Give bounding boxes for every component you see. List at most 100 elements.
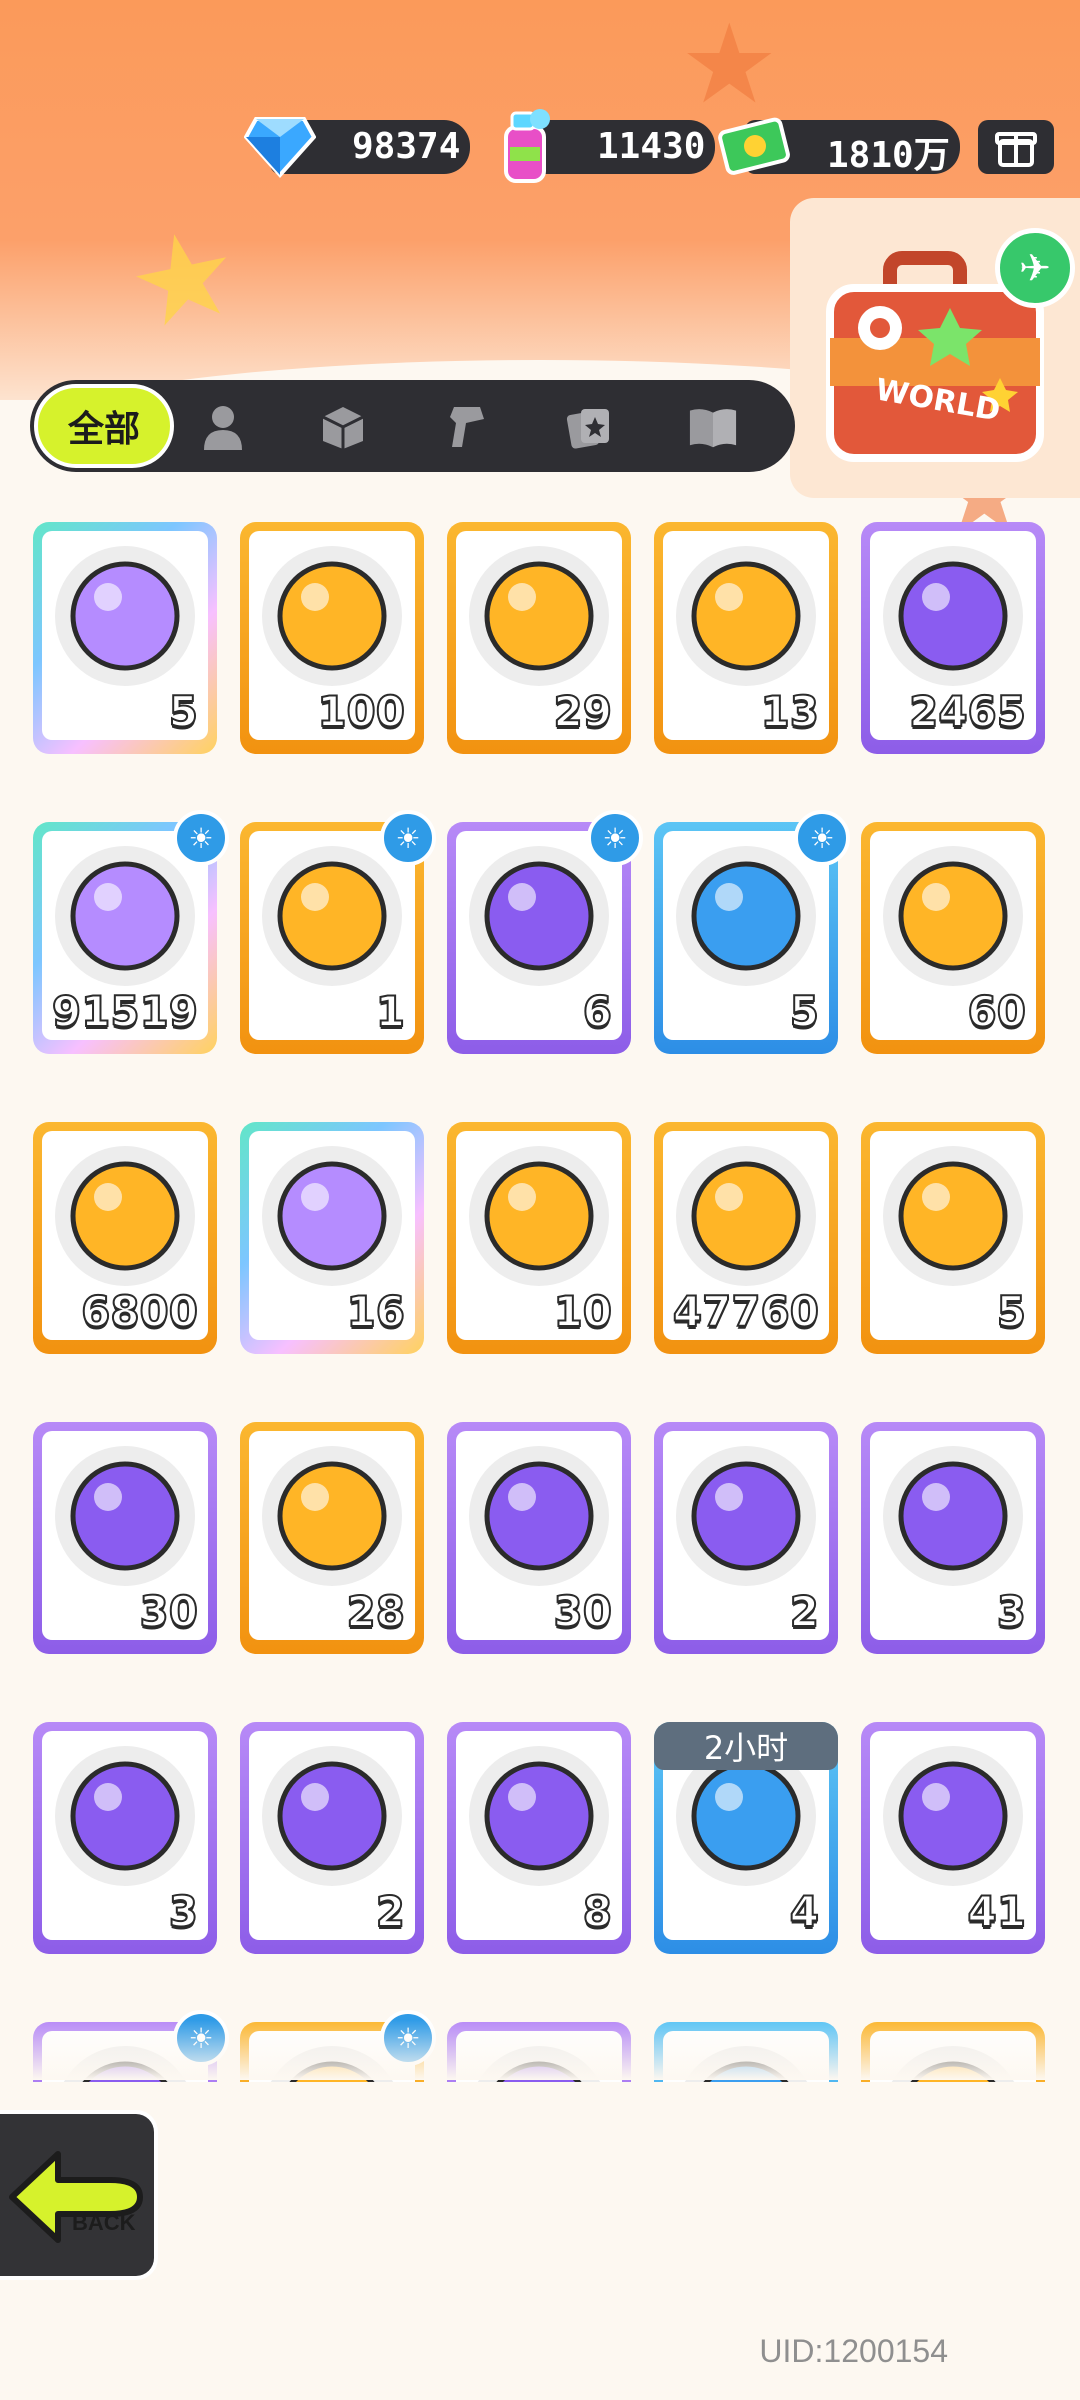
item-card-inner: 2 [663,1431,829,1640]
item-card[interactable]: 41 [861,1722,1045,1954]
item-card[interactable]: 8 [447,1722,631,1954]
back-label: BACK [72,2210,136,2235]
item-card[interactable]: 3 [33,1722,217,1954]
item-card[interactable]: 91519 ☀ [33,810,229,1054]
item-count: 16 [346,1286,406,1337]
back-arrow-icon [9,2151,143,2243]
item-card[interactable]: 13 [654,522,838,754]
item-count: 3 [996,1586,1027,1637]
item-card[interactable]: 6 ☀ [447,810,643,1054]
item-count: 100 [316,686,406,737]
user-id: UID:1200154 [759,2333,948,2369]
tab-spray-gun[interactable] [442,402,492,452]
item-count: 4 [789,1886,820,1937]
item-count: 60 [967,986,1027,1037]
item-count: 5 [789,986,820,1037]
item-card-inner: 16 [249,1131,415,1340]
currency-cash[interactable]: 1810万 [718,117,960,176]
item-card-inner: 5 [42,531,208,740]
cash-value: 1810万 [827,135,950,176]
item-card[interactable]: 10 [447,1122,631,1354]
spray-value: 11430 [597,126,706,167]
gift-box-button[interactable] [978,120,1054,174]
item-count: 5 [996,1286,1027,1337]
box-icon [322,407,364,449]
palm-tree-icon: ☀ [587,810,643,866]
item-count: 28 [346,1586,406,1637]
currency-gems[interactable]: 98374 [244,117,470,178]
item-count: 30 [553,1586,613,1637]
item-card[interactable]: 30 [33,1422,217,1654]
item-card[interactable]: 5 ☀ [654,810,850,1054]
category-tabbar: 全部 [30,380,795,472]
palm-tree-icon: ☀ [380,810,436,866]
tab-character[interactable] [198,402,248,452]
item-card[interactable]: 47760 [654,1122,838,1354]
item-count: 5 [168,686,199,737]
item-card-inner: 10 [456,1131,622,1340]
item-count: 10 [553,1286,613,1337]
item-card-inner: 30 [456,1431,622,1640]
item-card[interactable]: 5 [33,522,217,754]
item-count: 1 [375,986,406,1037]
item-card-inner: 47760 [663,1131,829,1340]
item-card[interactable]: 2 [654,1422,838,1654]
palm-tree-icon: ☀ [173,810,229,866]
cash-icon [717,108,793,184]
item-count: 3 [168,1886,199,1937]
item-card-inner: 13 [663,531,829,740]
item-count: 91519 [51,986,199,1037]
item-card-inner: 5 [663,831,829,1040]
tab-book[interactable] [688,402,738,452]
item-card-inner: 3 [42,1731,208,1940]
item-card[interactable]: 29 [447,522,631,754]
item-card[interactable]: 2465 [861,522,1045,754]
timer-label: 2小时 [654,1722,838,1770]
item-count: 29 [553,686,613,737]
item-card[interactable]: 100 [240,522,424,754]
item-card[interactable]: 60 [861,822,1045,1054]
gems-value: 98374 [352,126,461,167]
palm-tree-icon: ☀ [794,810,850,866]
item-count: 47760 [672,1286,820,1337]
inventory-grid: 5 100 29 13 2465 91519 ☀ 1 ☀ 6 ☀ 5 ☀ 60 6800 16 10 47760 5… [33,522,1053,2082]
item-card[interactable]: 4 2小时 [654,1722,838,1954]
item-count: 6 [582,986,613,1037]
item-card[interactable]: 1 ☀ [240,810,436,1054]
person-icon [204,406,242,450]
plane-icon: ✈ [995,228,1075,308]
item-card[interactable]: 6800 [33,1122,217,1354]
tab-cards[interactable] [564,402,614,452]
item-card[interactable]: 30 [447,1422,631,1654]
book-icon [689,409,737,448]
item-card[interactable]: 2 [240,1722,424,1954]
item-card-inner: 6 [456,831,622,1040]
gift-box-icon [995,132,1037,167]
item-card-inner: 28 [249,1431,415,1640]
spray-can-icon [487,108,563,184]
cards-icon [566,409,609,449]
tab-all[interactable]: 全部 [34,384,174,468]
currency-spray[interactable]: 11430 [504,109,715,183]
item-card-inner: 1 [249,831,415,1040]
item-card-inner: 100 [249,531,415,740]
item-card-inner: 91519 [42,831,208,1040]
world-travel-button[interactable]: WORLD ✈ [790,198,1080,498]
spray-gun-icon [450,407,484,447]
item-card-inner: 6800 [42,1131,208,1340]
grid-fade [0,2020,1080,2080]
back-button[interactable]: BACK [0,2110,158,2280]
item-count: 2465 [908,686,1027,737]
item-card[interactable]: 28 [240,1422,424,1654]
item-count: 2 [375,1886,406,1937]
item-card[interactable]: 5 [861,1122,1045,1354]
item-card-inner: 29 [456,531,622,740]
item-card[interactable]: 16 [240,1122,424,1354]
item-count: 6800 [80,1286,199,1337]
tab-box[interactable] [318,402,368,452]
item-card-inner: 60 [870,831,1036,1040]
item-count: 30 [139,1586,199,1637]
item-card[interactable]: 3 [861,1422,1045,1654]
item-card-inner: 5 [870,1131,1036,1340]
item-card-inner: 2 [249,1731,415,1940]
